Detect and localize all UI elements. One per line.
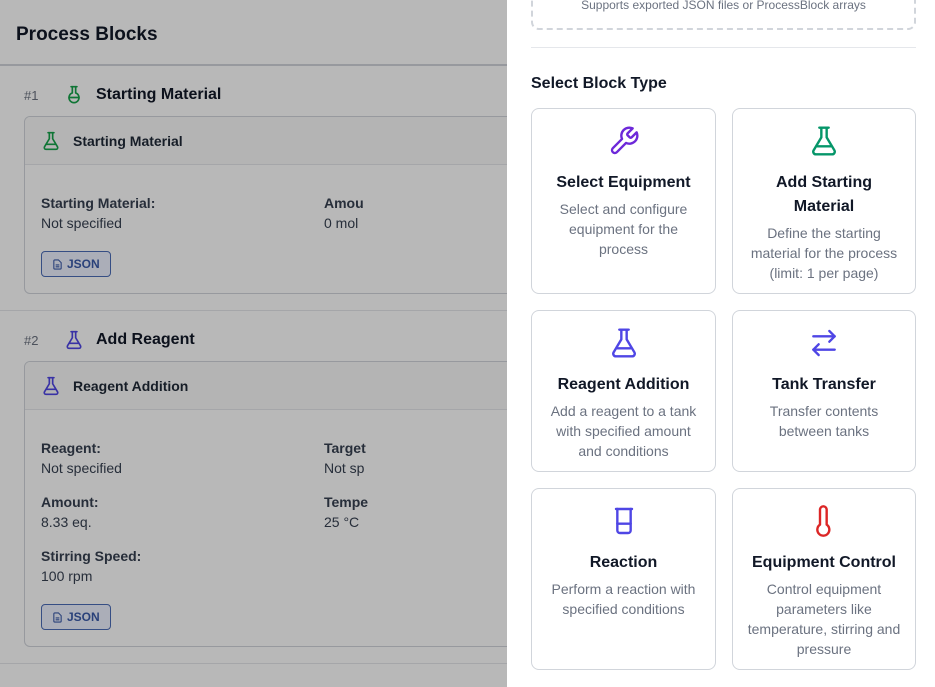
wrench-icon xyxy=(610,126,638,155)
arrows-left-right-icon xyxy=(812,329,836,357)
tile-add-starting-material[interactable]: Add Starting Material Define the startin… xyxy=(732,108,916,294)
tile-title: Select Equipment xyxy=(556,174,691,191)
tile-description: Perform a reaction with specified condit… xyxy=(551,581,696,617)
tile-description: Control equipment parameters like temper… xyxy=(747,581,901,657)
tile-equipment-control[interactable]: Equipment Control Control equipment para… xyxy=(732,488,916,670)
beaker-icon xyxy=(614,507,633,535)
file-drop-zone[interactable]: Supports exported JSON files or ProcessB… xyxy=(531,0,916,30)
thermometer-icon xyxy=(816,505,831,537)
drop-zone-hint: Supports exported JSON files or ProcessB… xyxy=(581,0,866,12)
tile-reaction[interactable]: Reaction Perform a reaction with specifi… xyxy=(531,488,716,670)
tile-title: Reagent Addition xyxy=(557,376,690,393)
flask-conical-icon xyxy=(812,126,836,156)
divider xyxy=(531,47,916,48)
tile-select-equipment[interactable]: Select Equipment Select and configure eq… xyxy=(531,108,716,294)
tile-title: Reaction xyxy=(589,554,658,571)
tile-title: Add Starting Material xyxy=(776,174,872,215)
add-block-drawer: Supports exported JSON files or ProcessB… xyxy=(507,0,935,687)
tile-description: Transfer contents between tanks xyxy=(769,403,879,439)
section-title: Select Block Type xyxy=(531,75,667,92)
tile-title: Tank Transfer xyxy=(772,376,876,393)
tile-description: Define the starting material for the pro… xyxy=(750,225,898,281)
tile-title: Equipment Control xyxy=(752,554,896,571)
tile-description: Add a reagent to a tank with specified a… xyxy=(550,403,697,459)
tile-reagent-addition[interactable]: Reagent Addition Add a reagent to a tank… xyxy=(531,310,716,472)
flask-conical-icon xyxy=(611,328,636,358)
tile-description: Select and configure equipment for the p… xyxy=(559,201,688,257)
tile-tank-transfer[interactable]: Tank Transfer Transfer contents between … xyxy=(732,310,916,472)
